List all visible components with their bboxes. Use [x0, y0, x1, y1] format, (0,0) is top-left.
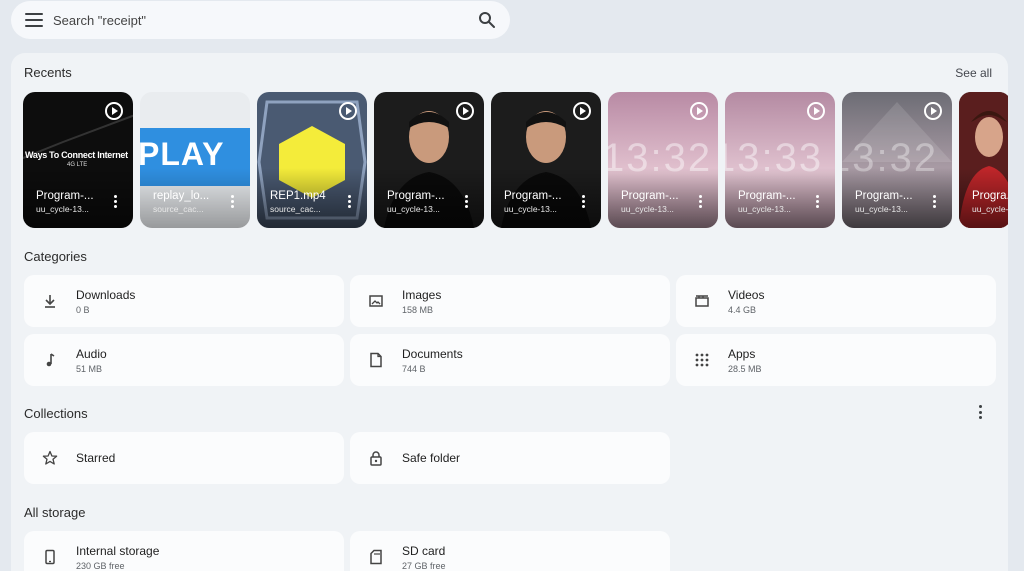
collections-more-icon[interactable] [979, 405, 983, 419]
category-videos[interactable]: Videos 4.4 GB [676, 275, 996, 327]
recent-item-source: uu_cycle-13... [855, 204, 908, 214]
search-bar[interactable] [11, 1, 510, 39]
recent-item[interactable]: REP1.mp4 source_cac... [257, 92, 367, 228]
more-options-icon[interactable] [231, 195, 234, 208]
category-size: 4.4 GB [728, 304, 757, 315]
more-options-icon[interactable] [933, 195, 936, 208]
play-icon [573, 102, 591, 120]
recent-item-source: uu_cycle-13... [972, 204, 1008, 214]
main-panel: Recents See all Ways To Connect Internet… [11, 53, 1008, 571]
play-icon [690, 102, 708, 120]
recent-item-source: source_cac... [270, 204, 321, 214]
category-label: Audio [76, 346, 107, 361]
apps-grid-icon [676, 353, 728, 367]
video-icon [676, 293, 728, 309]
recent-item-name: Program-... [855, 190, 913, 202]
recent-item-source: uu_cycle-13... [738, 204, 791, 214]
recent-item[interactable]: Program-... uu_cycle-13... [491, 92, 601, 228]
play-icon [456, 102, 474, 120]
more-options-icon[interactable] [699, 195, 702, 208]
category-images[interactable]: Images 158 MB [350, 275, 670, 327]
collections-title: Collections [24, 406, 88, 421]
category-downloads[interactable]: Downloads 0 B [24, 275, 344, 327]
collection-label: Starred [76, 451, 116, 465]
collection-label: Safe folder [402, 451, 461, 465]
recent-item-name: Program-... [738, 190, 796, 202]
storage-free: 230 GB free [76, 560, 125, 571]
category-size: 28.5 MB [728, 363, 762, 374]
category-apps[interactable]: Apps 28.5 MB [676, 334, 996, 386]
storage-sd-card[interactable]: SD card 27 GB free [350, 531, 670, 571]
search-input[interactable] [53, 12, 478, 28]
music-note-icon [24, 352, 76, 368]
recent-item[interactable]: 13:32 Program-... uu_cycle-13... [608, 92, 718, 228]
recent-item-name: Program-... [36, 190, 94, 202]
play-icon [807, 102, 825, 120]
category-label: Videos [728, 287, 765, 302]
storage-internal[interactable]: Internal storage 230 GB free [24, 531, 344, 571]
storage-free: 27 GB free [402, 560, 446, 571]
play-icon [924, 102, 942, 120]
recent-item-source: uu_cycle-13... [387, 204, 440, 214]
category-label: Images [402, 287, 442, 302]
thumb-art-text: Ways To Connect Internet [25, 150, 128, 160]
lock-icon [350, 450, 402, 466]
category-audio[interactable]: Audio 51 MB [24, 334, 344, 386]
more-options-icon[interactable] [582, 195, 585, 208]
play-icon [339, 102, 357, 120]
category-documents[interactable]: Documents 744 B [350, 334, 670, 386]
recent-item-source: uu_cycle-13... [504, 204, 557, 214]
sd-card-icon [350, 549, 402, 565]
storage-label: Internal storage [76, 543, 160, 558]
recent-item-name: Progra... [972, 190, 1008, 202]
more-options-icon[interactable] [816, 195, 819, 208]
all-storage-title: All storage [24, 505, 86, 520]
category-label: Downloads [76, 287, 136, 302]
storage-label: SD card [402, 543, 446, 558]
more-options-icon[interactable] [114, 195, 117, 208]
more-options-icon[interactable] [465, 195, 468, 208]
category-label: Apps [728, 346, 756, 361]
recent-item-name: Program-... [504, 190, 562, 202]
recent-item-source: source_cac... [153, 204, 204, 214]
category-size: 744 B [402, 363, 426, 374]
recents-title: Recents [24, 65, 72, 80]
star-icon [24, 450, 76, 466]
collection-starred[interactable]: Starred [24, 432, 344, 484]
categories-title: Categories [24, 249, 87, 264]
menu-icon[interactable] [25, 13, 43, 27]
recent-item[interactable]: 13:33 Program-... uu_cycle-13... [725, 92, 835, 228]
see-all-link[interactable]: See all [955, 66, 992, 80]
recent-item-name: replay_lo... [153, 190, 210, 202]
recent-item[interactable]: Ways To Connect Internet 4G LTE Program-… [23, 92, 133, 228]
recent-item-name: Program-... [387, 190, 445, 202]
recents-strip: Ways To Connect Internet 4G LTE Program-… [23, 92, 1008, 229]
download-icon [24, 293, 76, 309]
recent-item[interactable]: 13:32 Program-... uu_cycle-13... [842, 92, 952, 228]
play-icon [105, 102, 123, 120]
search-icon[interactable] [478, 11, 496, 29]
category-size: 51 MB [76, 363, 103, 374]
collection-safe-folder[interactable]: Safe folder [350, 432, 670, 484]
image-icon [350, 293, 402, 309]
more-options-icon[interactable] [348, 195, 351, 208]
phone-icon [24, 549, 76, 565]
recent-item[interactable]: PLAY replay_lo... source_cac... [140, 92, 250, 228]
recent-item-source: uu_cycle-13... [621, 204, 674, 214]
document-icon [350, 352, 402, 368]
recent-item-name: Program-... [621, 190, 679, 202]
recent-item[interactable]: Program-... uu_cycle-13... [374, 92, 484, 228]
category-label: Documents [402, 346, 463, 361]
category-size: 158 MB [402, 304, 434, 315]
recent-item-source: uu_cycle-13... [36, 204, 89, 214]
recent-item[interactable]: Progra... uu_cycle-13... [959, 92, 1008, 228]
recent-item-name: REP1.mp4 [270, 190, 326, 202]
category-size: 0 B [76, 304, 90, 315]
